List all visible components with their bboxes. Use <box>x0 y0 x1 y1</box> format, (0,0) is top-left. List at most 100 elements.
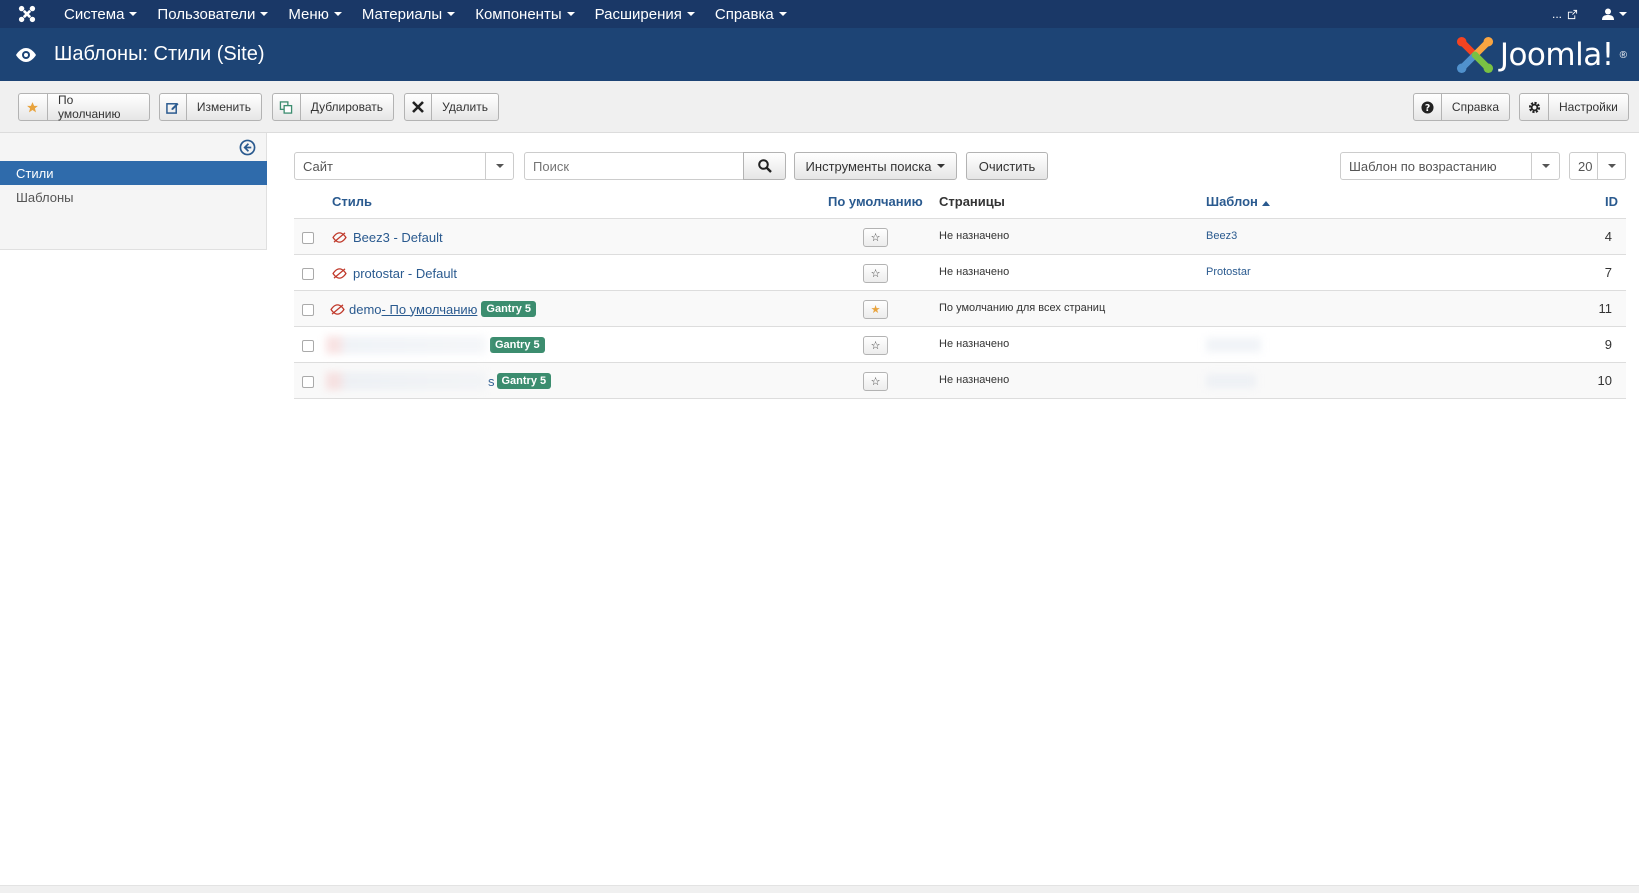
row-checkbox[interactable] <box>302 376 314 388</box>
make-default-button[interactable]: По умолчанию <box>18 93 150 121</box>
caret-down-icon <box>937 164 946 168</box>
edit-button[interactable]: Изменить <box>159 93 262 121</box>
page-title: Шаблоны: Стили (Site) <box>54 43 265 65</box>
star-icon <box>19 94 48 120</box>
sort-asc-icon <box>1261 201 1270 206</box>
chevron-down-icon <box>1531 153 1559 179</box>
topbar-right: ... <box>1540 0 1639 28</box>
template-link-redacted[interactable] <box>1206 374 1256 388</box>
style-link[interactable]: demo <box>349 302 382 317</box>
caret-down-icon <box>260 12 269 16</box>
row-checkbox[interactable] <box>302 268 314 280</box>
redacted-style-name <box>326 336 486 354</box>
duplicate-button[interactable]: Дублировать <box>272 93 394 121</box>
set-default-star-button[interactable]: ☆ <box>863 372 888 391</box>
search-icon <box>757 159 772 173</box>
default-star-button[interactable]: ★ <box>863 300 888 319</box>
table-row: demo - По умолчанию Gantry 5 ★ По умолчан… <box>294 291 1626 327</box>
site-preview-link[interactable]: ... <box>1540 0 1590 28</box>
footer-divider <box>0 885 1639 893</box>
caret-down-icon <box>129 12 138 16</box>
search-input[interactable] <box>524 152 744 180</box>
menu-users[interactable]: Пользователи <box>147 0 278 28</box>
style-cell: Gantry 5 <box>326 327 545 363</box>
joomla-logo: Joomla! ® <box>1456 36 1627 74</box>
caret-down-icon <box>447 12 456 16</box>
style-link[interactable]: protostar - Default <box>353 266 457 281</box>
options-button[interactable]: Настройки <box>1519 93 1629 121</box>
client-select[interactable]: Сайт <box>294 152 514 180</box>
toolbar: По умолчанию Изменить Дублировать Удалит… <box>0 81 1639 133</box>
style-link-default[interactable]: - По умолчанию <box>382 302 478 317</box>
gear-icon <box>1520 94 1549 120</box>
caret-down-icon <box>778 12 787 16</box>
style-cell: demo - По умолчанию Gantry 5 <box>330 291 537 327</box>
row-checkbox[interactable] <box>302 340 314 352</box>
help-button[interactable]: ? Справка <box>1413 93 1510 121</box>
column-pages: Страницы <box>939 194 1005 209</box>
eye-icon <box>14 47 44 63</box>
caret-down-icon <box>1619 12 1627 16</box>
style-cell: protostar - Default <box>332 255 457 291</box>
help-icon: ? <box>1414 94 1442 120</box>
caret-down-icon <box>333 12 342 16</box>
menu-extensions[interactable]: Расширения <box>585 0 705 28</box>
search-tools-button[interactable]: Инструменты поиска <box>794 152 957 180</box>
sidebar-item-templates[interactable]: Шаблоны <box>0 185 267 209</box>
gantry-badge: Gantry 5 <box>481 301 537 317</box>
row-checkbox[interactable] <box>302 304 314 316</box>
style-link[interactable]: Beez3 - Default <box>353 230 443 245</box>
menu-system[interactable]: Система <box>54 0 147 28</box>
close-icon <box>405 94 433 120</box>
style-cell: Beez3 - Default <box>332 219 443 255</box>
delete-button[interactable]: Удалить <box>404 93 499 121</box>
eye-slash-icon <box>330 303 345 315</box>
chevron-down-icon <box>485 153 513 179</box>
set-default-star-button[interactable]: ☆ <box>863 336 888 355</box>
menu-help[interactable]: Справка <box>705 0 797 28</box>
menu-components[interactable]: Компоненты <box>465 0 584 28</box>
sort-by-id[interactable]: ID <box>1605 194 1618 209</box>
template-link[interactable]: Beez3 <box>1206 230 1237 242</box>
joomla-logo-text: Joomla! <box>1499 37 1614 73</box>
gantry-badge: Gantry 5 <box>496 373 552 389</box>
caret-down-icon <box>686 12 695 16</box>
row-checkbox[interactable] <box>302 232 314 244</box>
menu-content[interactable]: Материалы <box>352 0 465 28</box>
caret-down-icon <box>566 12 575 16</box>
eye-slash-icon <box>332 231 347 243</box>
user-icon <box>1602 8 1614 20</box>
table-row: Gantry 5 ☆ Не назначено 9 <box>294 327 1626 363</box>
svg-text:?: ? <box>1425 102 1430 113</box>
sidebar: Стили Шаблоны <box>0 133 267 250</box>
template-link[interactable]: Protostar <box>1206 266 1251 278</box>
clear-button[interactable]: Очистить <box>966 152 1048 180</box>
search-button[interactable] <box>743 152 786 180</box>
sidebar-collapse-icon[interactable] <box>239 139 256 161</box>
template-link-redacted[interactable] <box>1206 302 1224 314</box>
sort-by-default[interactable]: По умолчанию <box>828 194 923 209</box>
external-link-icon <box>1567 9 1578 19</box>
set-default-star-button[interactable]: ☆ <box>863 264 888 283</box>
table-row: protostar - Default ☆ Не назначено Proto… <box>294 255 1626 291</box>
top-navbar: Система Пользователи Меню Материалы Комп… <box>0 0 1639 28</box>
sort-by-template[interactable]: Шаблон <box>1206 194 1270 209</box>
table-row: s Gantry 5 ☆ Не назначено 10 <box>294 363 1626 399</box>
edit-icon <box>160 94 187 120</box>
copy-icon <box>273 94 301 120</box>
eye-slash-icon <box>332 267 347 279</box>
chevron-down-icon <box>1597 153 1625 179</box>
joomla-home-icon[interactable] <box>0 0 54 28</box>
redacted-style-name <box>326 372 486 390</box>
limit-select[interactable]: 20 <box>1569 152 1626 180</box>
gantry-badge: Gantry 5 <box>490 337 545 353</box>
user-menu[interactable] <box>1590 0 1639 28</box>
page-header: Шаблоны: Стили (Site) Joomla! ® <box>0 28 1639 81</box>
set-default-star-button[interactable]: ☆ <box>863 228 888 247</box>
sort-by-style[interactable]: Стиль <box>332 194 372 209</box>
ordering-select[interactable]: Шаблон по возрастанию <box>1340 152 1560 180</box>
sidebar-item-styles[interactable]: Стили <box>0 161 267 185</box>
template-link-redacted[interactable] <box>1206 338 1261 352</box>
table-header: Стиль По умолчанию Страницы Шаблон ID <box>294 188 1626 219</box>
menu-menus[interactable]: Меню <box>278 0 352 28</box>
